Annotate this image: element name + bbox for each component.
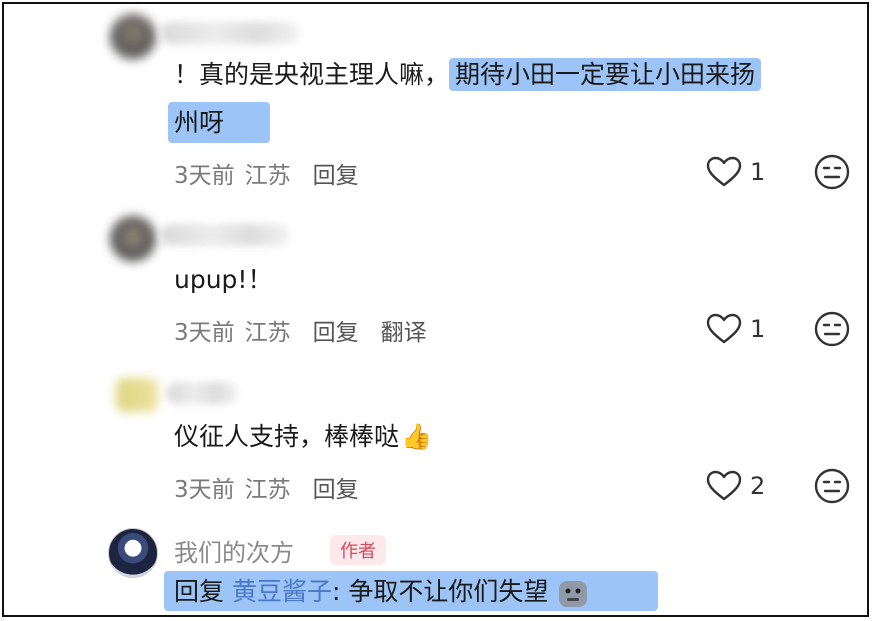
comment-text-plain: ！真的是央视主理人嘛，	[174, 60, 450, 89]
like-count: 1	[750, 315, 766, 343]
comment-location: 江苏	[244, 163, 291, 189]
like-button[interactable]: 1	[706, 312, 765, 346]
comment-text: 仪征人支持，棒棒哒👍	[174, 414, 432, 460]
heart-outline-icon	[706, 313, 742, 344]
mention-link[interactable]: 黄豆酱子	[232, 577, 332, 606]
like-count: 2	[750, 472, 766, 500]
like-count: 1	[750, 158, 766, 186]
neutral-face-icon[interactable]	[814, 468, 850, 504]
comment-text: ！真的是央视主理人嘛， 期待小田一定要让小田来扬	[174, 52, 762, 98]
avatar[interactable]	[110, 14, 156, 60]
comment-location: 江苏	[244, 320, 291, 346]
comment-text-highlight: 期待小田一定要让小田来扬	[449, 58, 762, 91]
thumbs-up-emoji: 👍	[401, 422, 433, 451]
username-blurred[interactable]	[160, 224, 290, 246]
comment-text-content: 仪征人支持，棒棒哒	[174, 422, 400, 451]
author-avatar[interactable]	[108, 528, 158, 578]
username-blurred[interactable]	[160, 22, 300, 44]
reply-prefix: 回复	[174, 577, 225, 606]
comment-meta: 3天前 江苏 回复	[174, 156, 381, 190]
translate-button[interactable]: 翻译	[381, 320, 427, 346]
sticker-icon	[559, 581, 588, 607]
like-button[interactable]: 1	[706, 155, 765, 189]
comment-time: 3天前	[174, 477, 235, 503]
comment-time: 3天前	[174, 320, 235, 346]
comment-text: upup!！	[174, 265, 273, 294]
comment-time: 3天前	[174, 163, 235, 189]
reply-button[interactable]: 回复	[313, 163, 359, 189]
heart-outline-icon	[706, 156, 742, 187]
neutral-face-icon[interactable]	[814, 311, 850, 347]
author-reply-text: 回复 黄豆酱子: 争取不让你们失望	[174, 574, 590, 610]
avatar[interactable]	[110, 216, 156, 262]
comment-text-highlight-line2: 州呀	[168, 102, 271, 143]
heart-outline-icon	[706, 470, 742, 501]
avatar[interactable]	[116, 378, 158, 412]
like-button[interactable]: 2	[706, 469, 765, 503]
reply-button[interactable]: 回复	[313, 477, 359, 503]
reply-content: : 争取不让你们失望	[331, 577, 549, 606]
comment-location: 江苏	[244, 477, 291, 503]
comment-meta: 3天前 江苏 回复	[174, 470, 381, 504]
comment-text-line2: 州呀	[168, 100, 271, 146]
neutral-face-icon[interactable]	[814, 154, 850, 190]
author-name[interactable]: 我们的次方	[174, 533, 294, 568]
comment-meta: 3天前 江苏 回复 翻译	[174, 313, 449, 347]
username-blurred[interactable]	[166, 382, 238, 404]
reply-button[interactable]: 回复	[313, 320, 359, 346]
author-badge: 作者	[330, 535, 386, 565]
